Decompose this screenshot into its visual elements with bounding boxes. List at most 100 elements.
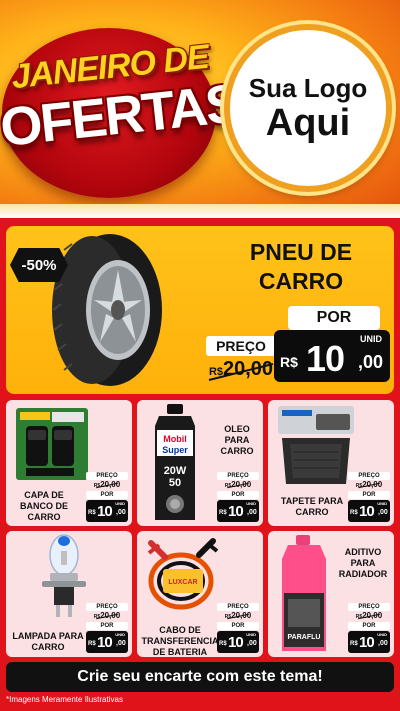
new-currency: R$ bbox=[219, 510, 227, 516]
oil-brand-text-2: Super bbox=[162, 445, 188, 455]
old-value: 20,00 bbox=[100, 480, 121, 489]
new-price: UNID R$ 10 ,00 bbox=[86, 500, 128, 522]
unit-label: UNID bbox=[115, 501, 125, 506]
price-tag: PREÇO R$ 20,00 POR UNID R$ 10 ,00 bbox=[217, 603, 259, 653]
preco-label: PREÇO bbox=[348, 603, 390, 611]
old-price: R$20,00 bbox=[86, 611, 128, 621]
new-integer: 10 bbox=[228, 503, 244, 520]
hero-product-title: PNEU DE CARRO bbox=[212, 238, 390, 296]
new-integer: 10 bbox=[359, 634, 375, 651]
new-price: UNID R$ 10 ,00 bbox=[217, 500, 259, 522]
new-cents: ,00 bbox=[247, 509, 257, 516]
product-card-floor-mat[interactable]: TAPETE PARA CARRO PREÇO R$20,00 POR UNID… bbox=[268, 400, 394, 526]
old-price: R$20,00 bbox=[86, 480, 128, 490]
oil-brand-text-1: Mobil bbox=[163, 434, 187, 444]
new-integer: 10 bbox=[228, 634, 244, 651]
price-tag: PREÇO R$20,00 POR UNID R$ 10 ,00 bbox=[348, 603, 390, 653]
new-cents: ,00 bbox=[378, 509, 388, 516]
new-integer: 10 bbox=[359, 503, 375, 520]
price-tag: PREÇO R$20,00 POR UNID R$ 10 ,00 bbox=[86, 472, 128, 522]
cable-brand-text: LUXCAR bbox=[168, 579, 197, 586]
price-tag: PREÇO R$20,00 POR UNID R$ 10 ,00 bbox=[217, 472, 259, 522]
por-label: POR bbox=[348, 622, 390, 630]
new-cents: ,00 bbox=[247, 640, 257, 647]
por-label: POR bbox=[217, 491, 259, 499]
disclaimer-text: *Imagens Meramente Ilustrativas bbox=[6, 695, 123, 704]
product-card-seat-cover[interactable]: CAPA DE BANCO DE CARRO PREÇO R$20,00 POR… bbox=[6, 400, 132, 526]
preco-label: PREÇO bbox=[86, 603, 128, 611]
hero-offer-card[interactable]: -50% PNEU DE CARRO POR PREÇO R$20,00 UNI… bbox=[6, 226, 394, 394]
hero-new-integer: 10 bbox=[306, 338, 345, 379]
logo-text-line-1: Sua Logo bbox=[248, 72, 368, 103]
oil-bottle-image: Mobil Super 20W 50 bbox=[155, 404, 195, 520]
por-label: POR bbox=[86, 491, 128, 499]
new-currency: R$ bbox=[88, 641, 96, 647]
product-card-radiator-additive[interactable]: PARAFLU ADITIVO PARA RADIADOR PREÇO R$20… bbox=[268, 531, 394, 657]
product-card-motor-oil[interactable]: Mobil Super 20W 50 OLEO PARA CARRO PREÇO… bbox=[137, 400, 263, 526]
new-cents: ,00 bbox=[116, 509, 126, 516]
logo-placeholder[interactable]: Sua Logo Aqui bbox=[224, 24, 392, 192]
product-name: ADITIVO PARA RADIADOR bbox=[338, 547, 388, 579]
new-integer: 10 bbox=[97, 634, 113, 651]
new-price: UNID R$ 10 ,00 bbox=[348, 500, 390, 522]
new-currency: R$ bbox=[88, 510, 96, 516]
new-cents: ,00 bbox=[378, 640, 388, 647]
new-currency: R$ bbox=[350, 510, 358, 516]
header-banner: JANEIRO DE OFERTAS Sua Logo Aqui bbox=[0, 0, 400, 218]
headlight-bulb-image bbox=[42, 534, 86, 617]
preco-label: PREÇO bbox=[348, 472, 390, 480]
seat-cover-package-image bbox=[16, 408, 88, 480]
old-value: 20,00 bbox=[231, 611, 252, 620]
new-price: UNID R$ 10 ,00 bbox=[86, 631, 128, 653]
por-label: POR bbox=[217, 622, 259, 630]
old-value: 20,00 bbox=[362, 480, 383, 489]
unit-label: UNID bbox=[246, 632, 256, 637]
por-label: POR bbox=[86, 622, 128, 630]
preco-label: PREÇO bbox=[217, 603, 259, 611]
new-currency: R$ bbox=[350, 641, 358, 647]
oil-grade-text-2: 50 bbox=[169, 477, 181, 489]
unit-label: UNID bbox=[246, 501, 256, 506]
oil-grade-text-1: 20W bbox=[164, 465, 187, 477]
unit-label: UNID bbox=[377, 501, 387, 506]
old-price: R$20,00 bbox=[348, 480, 390, 490]
old-price: R$20,00 bbox=[217, 480, 259, 490]
product-card-headlight-bulb[interactable]: LAMPADA PARA CARRO PREÇO R$20,00 POR UNI… bbox=[6, 531, 132, 657]
cta-button[interactable]: Crie seu encarte com este tema! bbox=[6, 662, 394, 692]
hero-unit-label: UNID bbox=[360, 334, 382, 344]
new-price: UNID R$ 10 ,00 bbox=[348, 631, 390, 653]
unit-label: UNID bbox=[115, 632, 125, 637]
product-name: TAPETE PARA CARRO bbox=[280, 496, 344, 517]
old-value: 20,00 bbox=[231, 480, 252, 489]
new-cents: ,00 bbox=[116, 640, 126, 647]
hero-title-line-1: PNEU DE bbox=[249, 239, 353, 265]
product-name: CAPA DE BANCO DE CARRO bbox=[19, 490, 68, 522]
price-tag: PREÇO R$20,00 POR UNID R$ 10 ,00 bbox=[348, 472, 390, 522]
old-price: R$20,00 bbox=[348, 611, 390, 621]
old-value: 20,00 bbox=[362, 611, 383, 620]
hero-new-price: UNID R$ 10 ,00 bbox=[274, 330, 390, 382]
hero-preco-label: PREÇO bbox=[206, 336, 276, 356]
unit-label: UNID bbox=[377, 632, 387, 637]
logo-text-line-2: Aqui bbox=[265, 101, 351, 144]
new-integer: 10 bbox=[97, 503, 113, 520]
hero-title-line-2: CARRO bbox=[258, 268, 344, 294]
hero-por-label: POR bbox=[288, 306, 380, 330]
product-card-jumper-cables[interactable]: LUXCAR CABO DE TRANSFERENCIA DE BATERIA … bbox=[137, 531, 263, 657]
additive-brand-text: PARAFLU bbox=[288, 634, 321, 641]
floor-mat-image bbox=[278, 406, 354, 484]
hero-new-cents: ,00 bbox=[358, 352, 384, 372]
discount-badge: -50% bbox=[10, 248, 68, 282]
offers-area: -50% PNEU DE CARRO POR PREÇO R$20,00 UNI… bbox=[0, 218, 400, 711]
por-label: POR bbox=[348, 491, 390, 499]
product-name: LAMPADA PARA CARRO bbox=[12, 631, 84, 652]
jumper-cables-image: LUXCAR bbox=[147, 538, 219, 610]
old-value: 20,00 bbox=[100, 611, 121, 620]
new-price: UNID R$ 10 ,00 bbox=[217, 631, 259, 653]
new-currency: R$ bbox=[219, 641, 227, 647]
additive-bottle-image: PARAFLU bbox=[282, 535, 326, 651]
product-name: CABO DE TRANSFERENCIA DE BATERIA bbox=[141, 625, 219, 657]
hero-new-currency: R$ bbox=[280, 354, 298, 370]
product-name: OLEO PARA CARRO bbox=[220, 424, 254, 456]
hero-old-price: R$20,00 bbox=[206, 358, 276, 381]
